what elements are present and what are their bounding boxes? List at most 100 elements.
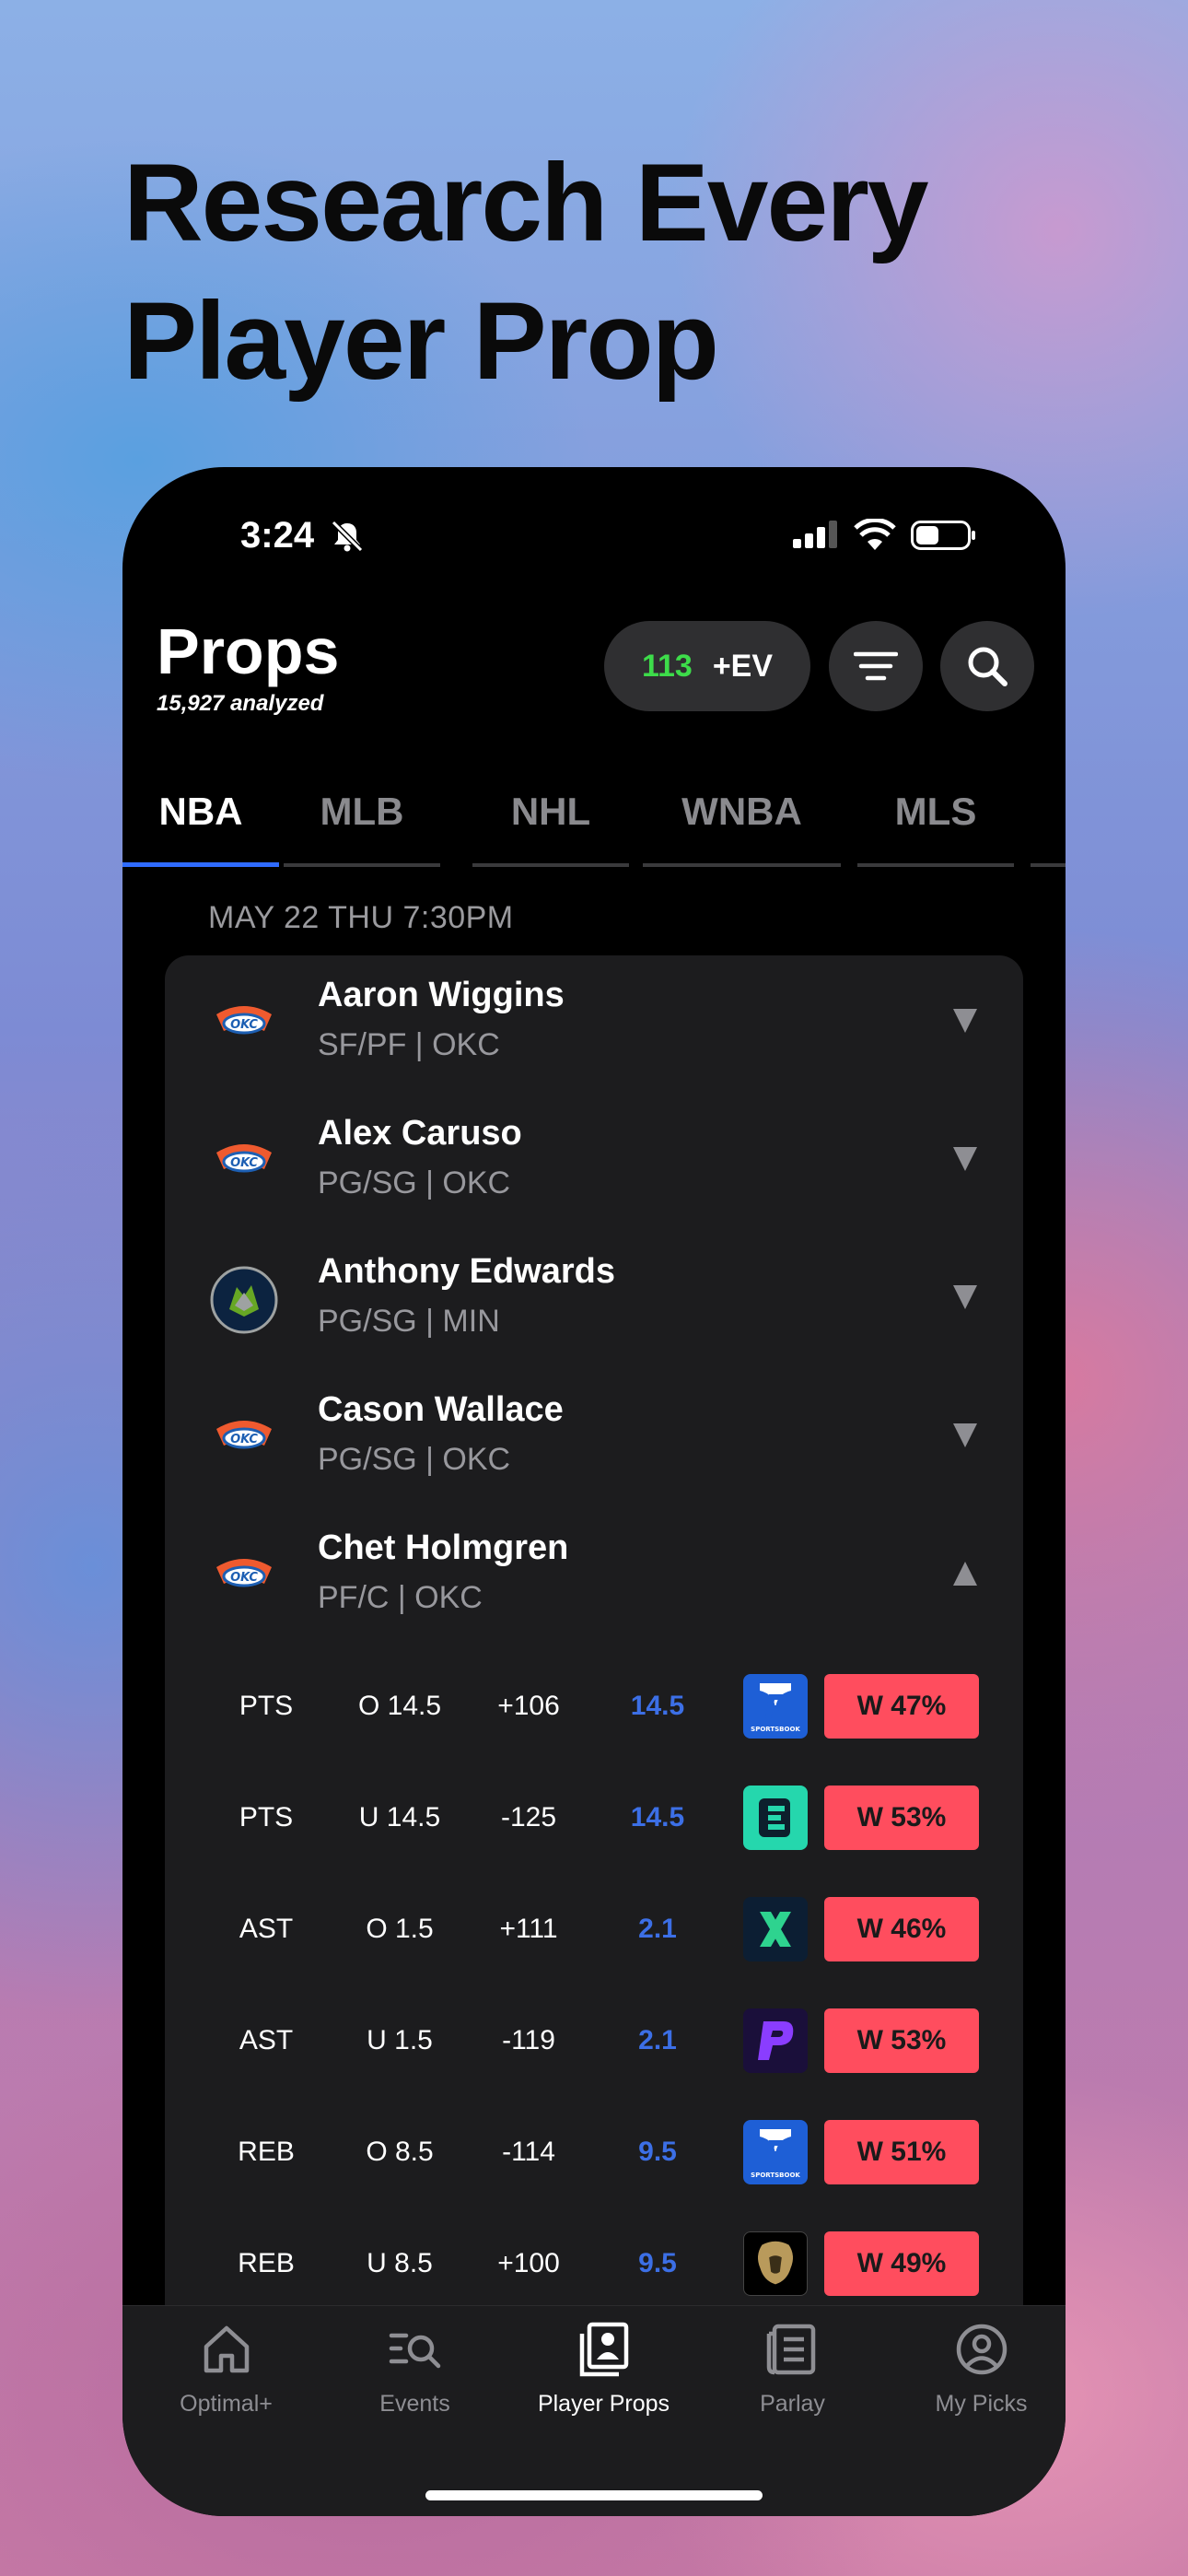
win-probability-badge[interactable]: W 53% — [824, 2008, 979, 2073]
game-date-label: MAY 22 THU 7:30PM — [208, 900, 514, 935]
prop-line: O 1.5 — [366, 1914, 434, 1944]
tab-my-picks[interactable]: My Picks — [887, 2321, 1066, 2431]
player-name: Anthony Edwards — [318, 1252, 616, 1291]
cellular-signal-icon — [793, 521, 837, 548]
chevron-up-icon[interactable] — [953, 1562, 977, 1586]
chevron-down-icon[interactable] — [953, 1423, 977, 1447]
prop-projection: 2.1 — [638, 1914, 677, 1944]
tab-mls[interactable]: MLS — [857, 771, 1014, 867]
filter-lines-icon — [854, 651, 898, 681]
prop-line: U 8.5 — [367, 2248, 433, 2278]
prop-row[interactable]: AST O 1.5 +111 2.1 W 46% — [165, 1877, 1023, 1988]
events-search-icon — [389, 2333, 440, 2369]
tab-wnba[interactable]: WNBA — [643, 771, 841, 867]
home-icon — [204, 2325, 249, 2373]
player-position: SF/PF | OKC — [318, 1027, 500, 1062]
player-position: PG/SG | OKC — [318, 1442, 511, 1477]
player-name: Alex Caruso — [318, 1114, 522, 1153]
prop-odds: -125 — [500, 1802, 557, 1832]
prop-row[interactable]: PTS U 14.5 -125 14.5 W 53% — [165, 1765, 1023, 1877]
prop-odds: -119 — [502, 2025, 555, 2055]
tab-player-props[interactable]: Player Props — [509, 2321, 698, 2431]
player-card-icon — [579, 2322, 628, 2377]
ev-label: +EV — [712, 648, 774, 684]
marketing-headline: Research Every Player Prop — [123, 134, 1136, 410]
svg-text:OKC: OKC — [230, 1571, 258, 1585]
tab-mlb[interactable]: MLB — [284, 771, 440, 867]
filter-button[interactable] — [829, 621, 923, 711]
prop-line: U 1.5 — [367, 2025, 433, 2055]
prop-projection: 2.1 — [638, 2025, 677, 2055]
okc-thunder-logo-icon: OKC — [216, 1559, 272, 1587]
tab-label: Events — [379, 2391, 450, 2417]
prop-line: O 8.5 — [366, 2137, 434, 2167]
chevron-down-icon[interactable] — [953, 1147, 977, 1171]
prop-odds: +106 — [497, 1691, 560, 1721]
prizepicks-logo-icon — [743, 2008, 808, 2073]
tab-label: My Picks — [935, 2391, 1028, 2417]
ev-filter-button[interactable]: 113 +EV — [604, 621, 810, 711]
search-button[interactable] — [940, 621, 1034, 711]
win-probability-badge[interactable]: W 51% — [824, 2120, 979, 2184]
prop-stat: REB — [238, 2137, 295, 2167]
tab-events[interactable]: Events — [320, 2321, 509, 2431]
win-probability-badge[interactable]: W 49% — [824, 2231, 979, 2296]
ev-count: 113 — [641, 648, 693, 684]
fanduel-logo-icon: SPORTSBOOK — [743, 2120, 808, 2184]
okc-thunder-logo-icon: OKC — [216, 1006, 272, 1035]
prop-stat: PTS — [239, 1802, 294, 1832]
chevron-down-icon[interactable] — [953, 1285, 977, 1309]
phone-frame: 3:24 Props 15,927 analyzed 113 +EV NBA M… — [122, 467, 1066, 2516]
player-name: Aaron Wiggins — [318, 976, 565, 1014]
tab-nba[interactable]: NBA — [122, 771, 279, 867]
prop-row[interactable]: AST U 1.5 -119 2.1 W 53% — [165, 1988, 1023, 2100]
home-indicator[interactable] — [425, 2490, 763, 2500]
chevron-down-icon[interactable] — [953, 1009, 977, 1033]
parlay-ticket-icon — [766, 2324, 815, 2375]
page-title: Props — [157, 615, 340, 687]
prop-projection: 9.5 — [638, 2137, 677, 2167]
fanduel-caption: SPORTSBOOK — [751, 2172, 800, 2179]
bottom-tab-bar: Optimal+ Events Player Props Parlay My P… — [122, 2305, 1066, 2516]
player-row[interactable]: Anthony Edwards PG/SG | MIN — [165, 1232, 1023, 1370]
prop-projection: 14.5 — [630, 1691, 685, 1721]
win-probability-badge[interactable]: W 53% — [824, 1786, 979, 1850]
tab-nhl[interactable]: NHL — [472, 771, 629, 867]
player-row[interactable]: OKC Cason Wallace PG/SG | OKC — [165, 1370, 1023, 1508]
min-timberwolves-logo-icon — [210, 1266, 278, 1334]
player-name: Cason Wallace — [318, 1390, 564, 1429]
okc-thunder-logo-icon: OKC — [216, 1421, 272, 1449]
prop-projection: 9.5 — [638, 2248, 677, 2278]
prop-odds: +100 — [497, 2248, 560, 2278]
tab-overflow[interactable] — [1031, 771, 1066, 867]
x-sportsbook-logo-icon — [743, 1897, 808, 1961]
prop-odds: +111 — [499, 1914, 558, 1944]
player-position: PG/SG | MIN — [318, 1304, 500, 1339]
status-time: 3:24 — [240, 515, 315, 556]
prop-projection: 14.5 — [630, 1802, 685, 1832]
svg-text:OKC: OKC — [230, 1156, 258, 1170]
prop-row[interactable]: REB O 8.5 -114 9.5 SPORTSBOOK W 51% — [165, 2100, 1023, 2211]
svg-text:OKC: OKC — [230, 1018, 258, 1032]
prop-stat: PTS — [239, 1691, 294, 1721]
tab-optimal-plus[interactable]: Optimal+ — [132, 2321, 320, 2431]
battery-icon — [911, 521, 975, 550]
prop-row[interactable]: PTS O 14.5 +106 14.5 SPORTSBOOK W 47% — [165, 1654, 1023, 1765]
okc-thunder-logo-icon: OKC — [216, 1144, 272, 1173]
tab-parlay[interactable]: Parlay — [698, 2321, 887, 2431]
player-row[interactable]: OKC Aaron Wiggins SF/PF | OKC — [165, 955, 1023, 1094]
headline-line-2: Player Prop — [123, 279, 719, 403]
player-row[interactable]: OKC Chet Holmgren PF/C | OKC — [165, 1508, 1023, 1646]
wifi-icon — [854, 519, 896, 550]
prop-stat: AST — [239, 2025, 294, 2055]
win-probability-badge[interactable]: W 46% — [824, 1897, 979, 1961]
prop-stat: REB — [238, 2248, 295, 2278]
win-probability-badge[interactable]: W 47% — [824, 1674, 979, 1739]
analyzed-count: 15,927 analyzed — [157, 691, 324, 716]
svg-text:OKC: OKC — [230, 1433, 258, 1446]
player-row[interactable]: OKC Alex Caruso PG/SG | OKC — [165, 1094, 1023, 1232]
search-icon — [968, 647, 1007, 686]
prop-line: U 14.5 — [358, 1802, 441, 1832]
tab-label: Player Props — [537, 2391, 670, 2417]
fanduel-caption: SPORTSBOOK — [751, 1726, 800, 1733]
